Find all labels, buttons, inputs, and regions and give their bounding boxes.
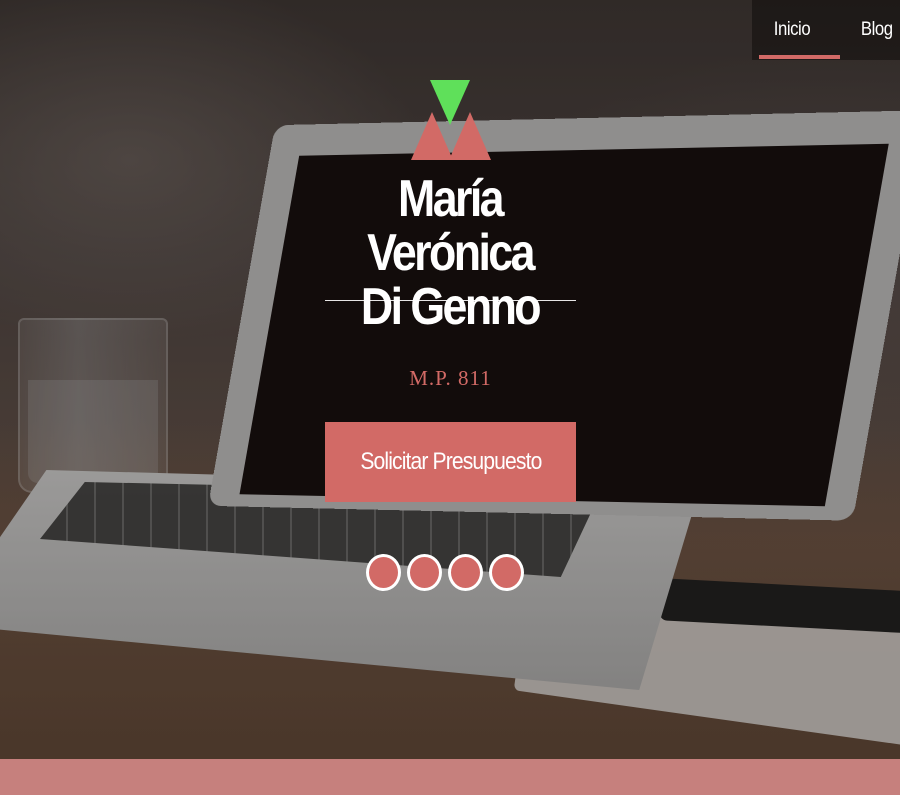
triangles-logo-icon	[411, 80, 491, 160]
nav-active-indicator	[759, 55, 840, 59]
slider-dot-4[interactable]	[489, 554, 524, 591]
nav-item-blog[interactable]: Blog	[840, 0, 896, 60]
page-title: María Verónica Di Genno	[321, 172, 579, 334]
slider-dot-1[interactable]	[366, 554, 401, 591]
title-line-1: María Verónica	[367, 170, 535, 282]
top-navigation: Inicio Blog	[752, 0, 900, 60]
slider-dot-2[interactable]	[407, 554, 442, 591]
license-number: M.P. 811	[409, 366, 492, 390]
slider-dot-3[interactable]	[448, 554, 483, 591]
request-quote-button[interactable]: Solicitar Presupuesto	[325, 422, 576, 502]
title-divider	[325, 300, 576, 301]
request-quote-label: Solicitar Presupuesto	[359, 448, 542, 475]
slider-dots	[366, 554, 524, 591]
title-line-2: Di Genno	[360, 278, 542, 336]
footer-band	[0, 759, 900, 795]
nav-item-inicio[interactable]: Inicio	[757, 0, 827, 60]
